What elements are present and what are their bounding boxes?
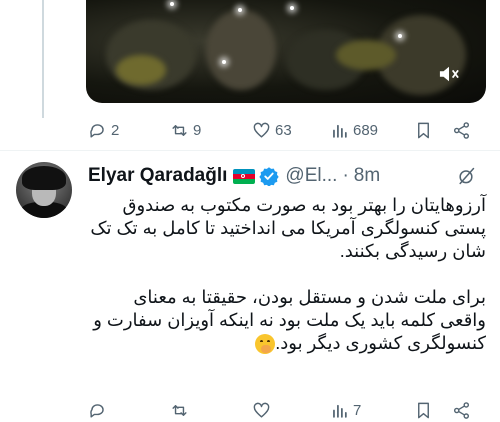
tweet-divider: [0, 150, 500, 151]
tweet-paragraph: برای ملت شدن و مستقل بودن، حقیقتا به معن…: [93, 287, 486, 353]
reply-button[interactable]: 2: [88, 116, 119, 144]
reply-icon: [90, 403, 104, 418]
like-count: 63: [275, 121, 292, 139]
tweet-header: Elyar Qaradağlı @El... · 8m: [88, 164, 488, 188]
video-flag-shape: [336, 40, 396, 70]
reply-count: 2: [111, 121, 120, 139]
share-icon: [453, 121, 470, 139]
volume-muted-icon[interactable]: [438, 64, 460, 84]
verified-badge-icon[interactable]: [259, 166, 280, 186]
header-separator: ·: [342, 165, 349, 186]
tweet-text: آرزوهایتان را بهتر بود به صورت مکتوب به …: [86, 194, 486, 355]
video-phone-light: [238, 8, 242, 12]
video-phone-light: [398, 34, 402, 38]
face-with-hand-over-mouth-emoji-icon: [255, 334, 276, 355]
bookmark-button[interactable]: [414, 396, 433, 422]
retweet-icon: [172, 124, 187, 136]
bookmark-icon: [418, 122, 429, 138]
thread-connector-line: [42, 0, 44, 118]
tweet-actions: 7: [86, 396, 486, 422]
retweet-button[interactable]: [170, 396, 193, 422]
video-phone-light: [222, 60, 226, 64]
share-button[interactable]: [452, 116, 471, 144]
video-crowd-shape: [206, 10, 276, 90]
bookmark-icon: [418, 402, 429, 418]
bar-chart-icon: [333, 124, 347, 138]
retweet-count: 9: [193, 121, 202, 139]
retweet-button[interactable]: 9: [170, 116, 201, 144]
previous-tweet-actions: 2 9 63 689: [86, 116, 486, 144]
azerbaijan-flag-icon: [233, 168, 256, 184]
bookmark-button[interactable]: [414, 116, 433, 144]
reply-button[interactable]: [88, 396, 111, 422]
avatar-hair-shape: [22, 166, 66, 190]
views-button[interactable]: 689: [330, 116, 378, 144]
display-name[interactable]: Elyar Qaradağlı: [88, 165, 227, 187]
heart-icon: [253, 402, 270, 418]
share-icon: [453, 401, 470, 419]
retweet-icon: [172, 404, 187, 416]
video-phone-light: [290, 6, 294, 10]
view-count: 7: [353, 401, 362, 419]
like-button[interactable]: 63: [252, 116, 292, 144]
reply-icon: [90, 123, 104, 138]
share-button[interactable]: [452, 396, 471, 422]
avatar[interactable]: [16, 162, 72, 218]
heart-icon: [253, 122, 270, 138]
view-count: 689: [353, 121, 379, 139]
tweet-paragraph: آرزوهایتان را بهتر بود به صورت مکتوب به …: [90, 195, 486, 261]
paragraph-spacer: [86, 263, 486, 286]
grok-icon[interactable]: [456, 166, 476, 186]
like-button[interactable]: [252, 396, 275, 422]
tweet-paragraph-with-emoji: برای ملت شدن و مستقل بودن، حقیقتا به معن…: [86, 286, 486, 355]
video-flag-shape: [116, 55, 166, 85]
bar-chart-icon: [333, 404, 347, 418]
video-phone-light: [170, 2, 174, 6]
user-handle[interactable]: @El...: [285, 165, 337, 187]
views-button[interactable]: 7: [330, 396, 361, 422]
tweet-timestamp[interactable]: 8m: [354, 165, 380, 187]
embedded-video[interactable]: [86, 0, 486, 103]
